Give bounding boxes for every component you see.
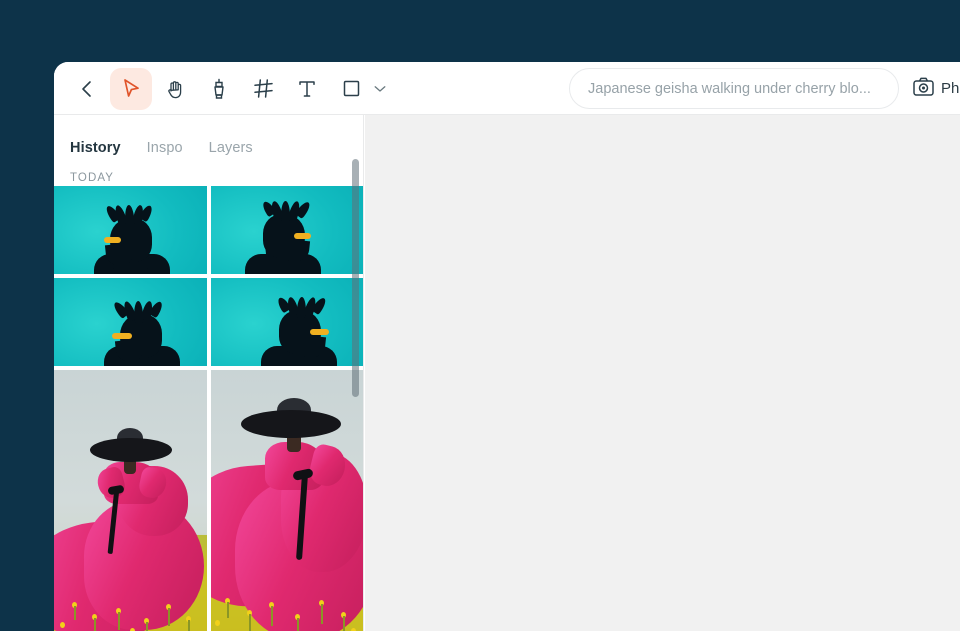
frame-tool[interactable] — [242, 68, 284, 110]
frame-grid-icon — [253, 79, 273, 98]
brush-icon — [212, 78, 226, 100]
panel-scrollbar[interactable] — [352, 145, 359, 560]
list-item[interactable] — [211, 186, 363, 274]
thumbnail-image — [211, 278, 363, 366]
canvas-area[interactable] — [365, 115, 960, 631]
list-item[interactable] — [54, 278, 207, 366]
hand-tool[interactable] — [154, 68, 196, 110]
app-window: Photogra History Inspo Layers TODAY — [54, 62, 960, 631]
prompt-bar: Photogra — [569, 68, 960, 109]
thumbnail-image — [54, 370, 207, 631]
hand-icon — [167, 79, 184, 99]
thumbnail-image — [54, 278, 207, 366]
tab-inspo[interactable]: Inspo — [147, 140, 183, 156]
camera-icon — [913, 77, 934, 101]
tool-group — [54, 67, 390, 110]
brush-tool[interactable] — [198, 68, 240, 110]
text-icon — [298, 79, 316, 98]
prompt-input[interactable] — [588, 80, 880, 97]
chevron-down-icon — [374, 80, 386, 98]
back-button[interactable] — [66, 68, 108, 110]
list-item[interactable] — [54, 186, 207, 274]
style-chip[interactable]: Photogra — [913, 77, 960, 101]
thumbnail-image — [211, 370, 363, 631]
list-item[interactable] — [54, 370, 207, 631]
text-tool[interactable] — [286, 68, 328, 110]
thumbnail-image — [54, 186, 207, 274]
style-chip-label: Photogra — [941, 80, 960, 97]
shape-dropdown[interactable] — [370, 68, 390, 110]
list-item[interactable] — [211, 278, 363, 366]
history-thumbnail-grid — [54, 186, 363, 631]
select-tool[interactable] — [110, 67, 152, 110]
thumbnail-image — [211, 186, 363, 274]
tab-history[interactable]: History — [70, 140, 121, 156]
panel-tabs: History Inspo Layers — [54, 115, 363, 163]
cursor-arrow-icon — [122, 78, 141, 99]
square-icon — [343, 80, 360, 97]
tab-layers[interactable]: Layers — [209, 140, 253, 156]
top-toolbar: Photogra — [54, 62, 960, 115]
scrollbar-thumb[interactable] — [352, 159, 359, 397]
prompt-field[interactable] — [569, 68, 899, 109]
chevron-left-icon — [79, 80, 95, 98]
left-panel: History Inspo Layers TODAY — [54, 115, 364, 631]
list-item[interactable] — [211, 370, 363, 631]
shape-tool[interactable] — [330, 68, 372, 110]
